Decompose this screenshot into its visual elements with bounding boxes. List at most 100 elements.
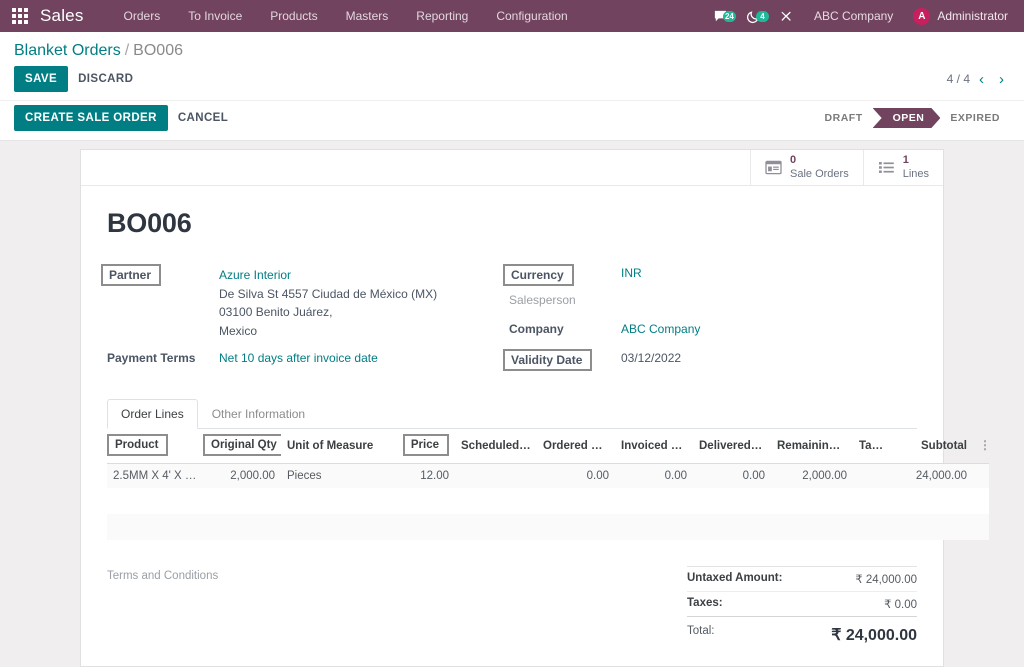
menu-item-orders[interactable]: Orders (110, 0, 175, 32)
field-salesperson: Salesperson (509, 292, 907, 311)
field-company: Company ABC Company (509, 321, 907, 340)
column-scheduled-date[interactable]: Scheduled Date (455, 429, 537, 464)
column-product-label: Product (107, 434, 168, 456)
field-partner: Partner Azure Interior De Silva St 4557 … (107, 265, 509, 340)
column-ordered-quantity[interactable]: Ordered quant… (537, 429, 615, 464)
apps-grid-icon[interactable] (12, 8, 28, 24)
field-validity-date: Validity Date 03/12/2022 (509, 350, 907, 371)
menu-item-to-invoice[interactable]: To Invoice (174, 0, 256, 32)
chevron-left-icon[interactable]: ‹ (973, 72, 990, 87)
discard-button[interactable]: DISCARD (68, 66, 143, 92)
close-x-icon[interactable] (770, 9, 802, 23)
status-expired[interactable]: EXPIRED (940, 108, 1010, 128)
currency-value[interactable]: INR (621, 265, 642, 280)
partner-address-line-2: 03100 Benito Juárez, (219, 303, 437, 322)
table-row[interactable]: 2.5MM X 4' X 8' … 2,000.00 Pieces 12.00 … (107, 464, 989, 489)
partner-address-line-3: Mexico (219, 322, 437, 341)
validity-label-wrap: Validity Date (509, 350, 621, 371)
stat-button-sale-orders[interactable]: 0 Sale Orders (750, 150, 863, 185)
notebook: Order Lines Other Information Product Or… (107, 399, 917, 540)
cell-scheduled-date[interactable] (455, 464, 537, 489)
terms-and-conditions[interactable]: Terms and Conditions (107, 566, 687, 650)
app-brand-sales[interactable]: Sales (40, 6, 84, 26)
form-grid: Partner Azure Interior De Silva St 4557 … (107, 265, 917, 377)
cell-delivered-quantity[interactable]: 0.00 (693, 464, 771, 489)
stat-count-lines: 1 (903, 154, 929, 166)
cell-unit-of-measure[interactable]: Pieces (281, 464, 399, 489)
column-price-label: Price (403, 434, 449, 456)
column-remaining-quantity[interactable]: Remaining qu… (771, 429, 853, 464)
pager: 4 / 4 ‹ › (947, 72, 1010, 87)
partner-name[interactable]: Azure Interior (219, 265, 437, 285)
main-menu: Orders To Invoice Products Masters Repor… (110, 0, 582, 32)
list-ul-icon (878, 160, 895, 175)
cell-original-qty[interactable]: 2,000.00 (203, 464, 281, 489)
tab-other-information[interactable]: Other Information (198, 399, 319, 429)
messages-menu[interactable]: 24 (704, 9, 737, 24)
total-label: Total: (687, 625, 715, 645)
column-tax[interactable]: Tax… (853, 429, 895, 464)
chevron-right-icon[interactable]: › (993, 72, 1010, 87)
column-unit-of-measure[interactable]: Unit of Measure (281, 429, 399, 464)
stat-button-lines[interactable]: 1 Lines (863, 150, 943, 185)
record-actions-row: SAVE DISCARD 4 / 4 ‹ › (0, 64, 1024, 100)
column-original-qty-label: Original Qty (203, 434, 281, 456)
partner-value-block: Azure Interior De Silva St 4557 Ciudad d… (219, 265, 437, 340)
cell-invoiced-quantity[interactable]: 0.00 (615, 464, 693, 489)
status-open[interactable]: OPEN (873, 108, 941, 128)
column-delivered-quantity[interactable]: Delivered qua… (693, 429, 771, 464)
company-value[interactable]: ABC Company (621, 321, 700, 336)
tab-order-lines[interactable]: Order Lines (107, 399, 198, 429)
menu-item-reporting[interactable]: Reporting (402, 0, 482, 32)
validity-date-value[interactable]: 03/12/2022 (621, 350, 681, 365)
validity-date-label: Validity Date (503, 349, 592, 371)
stat-text-lines: 1 Lines (903, 154, 929, 181)
navbar-right: 24 4 ABC Company A Administrator (704, 8, 1012, 25)
active-company[interactable]: ABC Company (802, 9, 905, 23)
cell-remaining-quantity[interactable]: 2,000.00 (771, 464, 853, 489)
record-sheet: 0 Sale Orders 1 Line (80, 149, 944, 667)
breadcrumb-root[interactable]: Blanket Orders (14, 42, 121, 59)
cell-subtotal[interactable]: 24,000.00 (895, 464, 973, 489)
vertical-dots-icon[interactable]: ⋮ (973, 429, 989, 464)
menu-item-configuration[interactable]: Configuration (482, 0, 581, 32)
cell-tax[interactable] (853, 464, 895, 489)
column-product[interactable]: Product (107, 429, 203, 464)
cancel-button[interactable]: CANCEL (168, 105, 238, 131)
stat-buttons: 0 Sale Orders 1 Line (81, 150, 943, 186)
total-value: ₹ 24,000.00 (831, 625, 917, 645)
stat-text-sale-orders: 0 Sale Orders (790, 154, 849, 181)
menu-item-products[interactable]: Products (256, 0, 331, 32)
create-sale-order-button[interactable]: CREATE SALE ORDER (14, 105, 168, 131)
column-price[interactable]: Price (399, 429, 455, 464)
breadcrumb: Blanket Orders/BO006 (14, 42, 183, 60)
untaxed-amount-row: Untaxed Amount: ₹ 24,000.00 (687, 566, 917, 591)
column-subtotal[interactable]: Subtotal (895, 429, 973, 464)
cell-product[interactable]: 2.5MM X 4' X 8' … (107, 464, 203, 489)
cell-ordered-quantity[interactable]: 0.00 (537, 464, 615, 489)
total-row: Total: ₹ 24,000.00 (687, 616, 917, 650)
menu-item-masters[interactable]: Masters (332, 0, 403, 32)
messages-badge: 24 (723, 11, 736, 22)
stat-label-sale-orders: Sale Orders (790, 168, 849, 180)
save-button[interactable]: SAVE (14, 66, 68, 92)
column-original-qty[interactable]: Original Qty (203, 429, 281, 464)
untaxed-amount-label: Untaxed Amount: (687, 572, 782, 586)
activities-menu[interactable]: 4 (737, 9, 770, 24)
payment-terms-value[interactable]: Net 10 days after invoice date (219, 350, 378, 365)
order-lines-table: Product Original Qty Unit of Measure Pri… (107, 429, 989, 540)
sheet-footer: Terms and Conditions Untaxed Amount: ₹ 2… (107, 566, 917, 656)
pager-value: 4 / 4 (947, 72, 970, 86)
status-bar: DRAFT OPEN EXPIRED (815, 108, 1010, 128)
untaxed-amount-value: ₹ 24,000.00 (855, 572, 917, 586)
partner-address-line-1: De Silva St 4557 Ciudad de México (MX) (219, 285, 437, 304)
field-currency: Currency INR (509, 265, 907, 286)
user-menu[interactable]: A Administrator (905, 8, 1012, 25)
stat-count-sale-orders: 0 (790, 154, 849, 166)
totals-block: Untaxed Amount: ₹ 24,000.00 Taxes: ₹ 0.0… (687, 566, 917, 650)
page-title: BO006 (107, 208, 917, 239)
cell-price[interactable]: 12.00 (399, 464, 455, 489)
column-invoiced-quantity[interactable]: Invoiced quan… (615, 429, 693, 464)
partner-label: Partner (101, 264, 161, 286)
status-draft[interactable]: DRAFT (815, 108, 873, 128)
